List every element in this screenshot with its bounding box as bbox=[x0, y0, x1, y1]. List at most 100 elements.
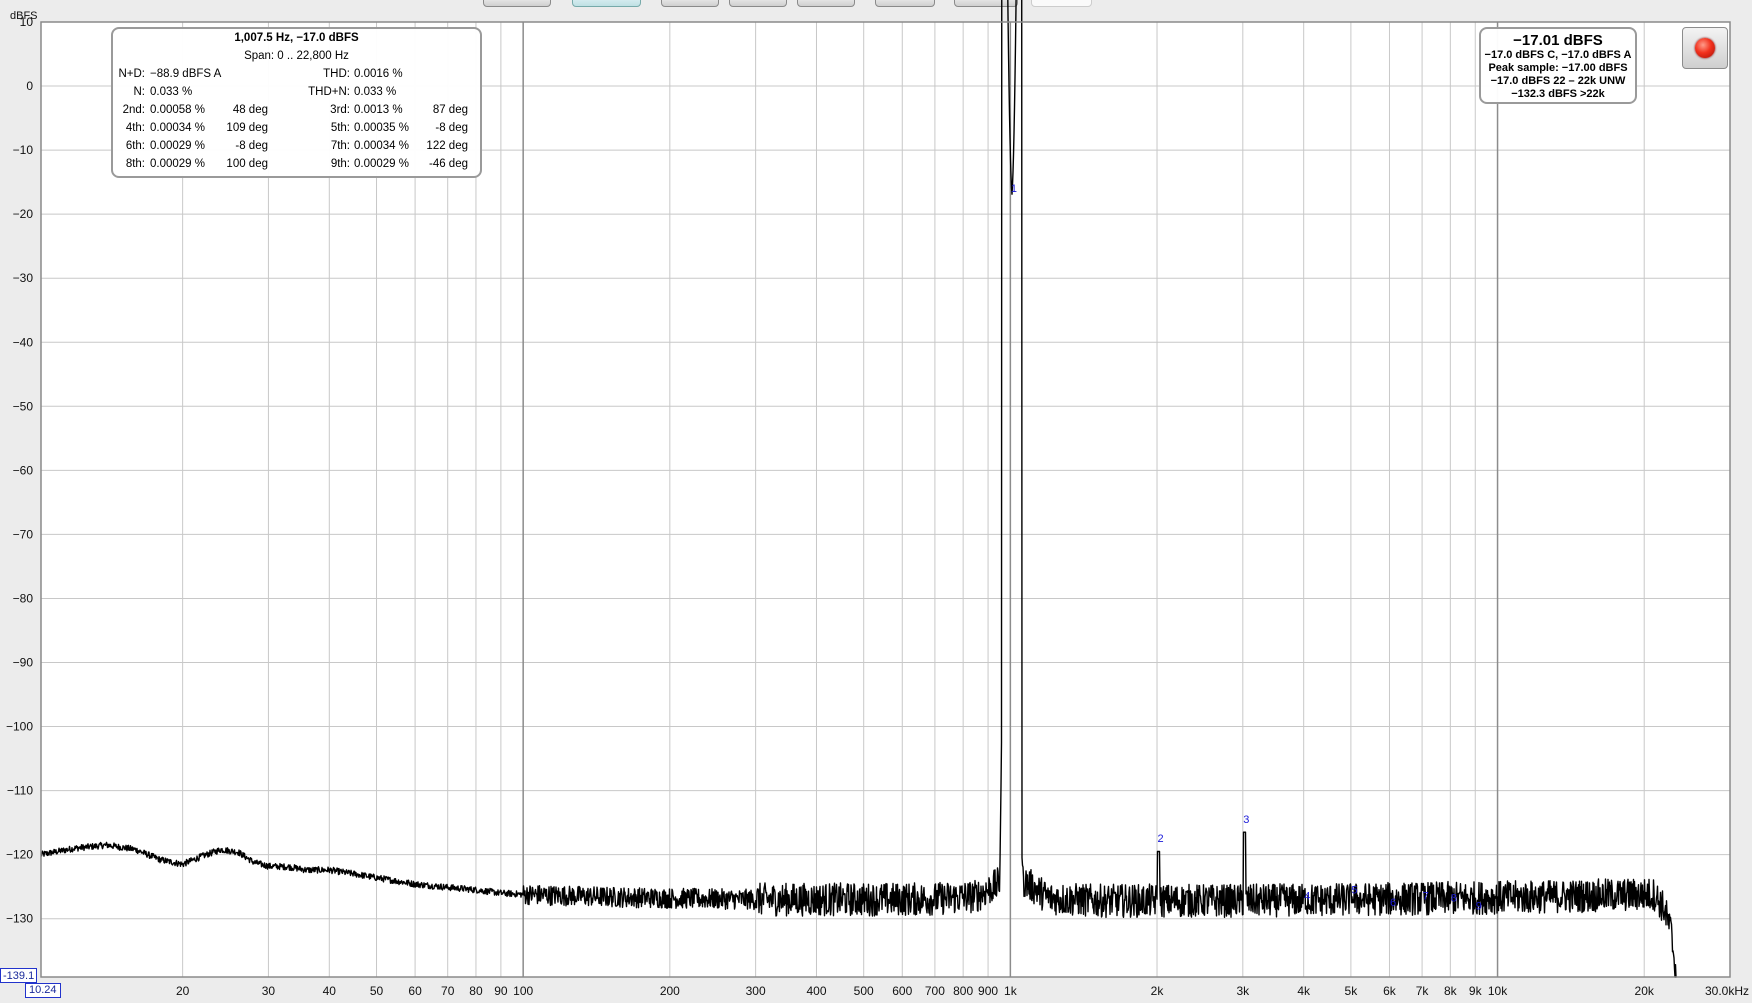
x-tick-label: 80 bbox=[469, 984, 483, 998]
harmonic-rows: 2nd: 0.00058 % 48 deg 3rd: 0.0013 % 87 deg 4th… bbox=[113, 101, 480, 173]
level-weighted: −17.0 dBFS C, −17.0 dBFS A bbox=[1484, 49, 1632, 61]
cursor-x-readout[interactable]: 10.24 bbox=[25, 983, 61, 998]
harmonic-label: 7th: bbox=[330, 140, 350, 152]
harmonic-label: 5th: bbox=[330, 122, 350, 134]
harmonic-value: 0.00029 % bbox=[150, 140, 205, 152]
x-tick-label: 40 bbox=[323, 984, 337, 998]
thd-label: THD: bbox=[323, 68, 350, 80]
harmonic-label: 6th: bbox=[125, 140, 145, 152]
y-tick-label: −120 bbox=[6, 848, 33, 862]
harmonic-marker-label: 9 bbox=[1476, 900, 1482, 912]
harmonic-phase: -8 deg bbox=[435, 122, 468, 134]
y-axis-ticks: 100−10−20−30−40−50−60−70−80−90−100−110−1… bbox=[6, 15, 33, 926]
harmonic-row: 4th: 0.00034 % 109 deg 5th: 0.00035 % -8 deg bbox=[113, 119, 480, 137]
y-tick-label: −80 bbox=[13, 591, 34, 605]
harmonic-row: 6th: 0.00029 % -8 deg 7th: 0.00034 % 122 deg bbox=[113, 137, 480, 155]
thdn-label: THD+N: bbox=[308, 86, 350, 98]
y-tick-label: −10 bbox=[13, 143, 34, 157]
harmonic-marker-label: 8 bbox=[1451, 893, 1457, 905]
x-tick-label: 100 bbox=[513, 984, 533, 998]
y-tick-label: −90 bbox=[13, 656, 34, 670]
x-tick-label: 4k bbox=[1297, 984, 1311, 998]
x-tick-label: 8k bbox=[1444, 984, 1458, 998]
y-tick-label: −30 bbox=[13, 271, 34, 285]
x-axis-ticks: 20 30 40 50 60 70 80 90 100 200 300 400 500 600 700 800… bbox=[176, 984, 1749, 998]
x-tick-label: 20 bbox=[176, 984, 190, 998]
y-axis-label: dBFS bbox=[10, 10, 38, 22]
y-tick-label: −130 bbox=[6, 912, 33, 926]
x-tick-label: 3k bbox=[1236, 984, 1250, 998]
x-tick-label: 300 bbox=[746, 984, 766, 998]
x-tick-label: 70 bbox=[441, 984, 455, 998]
harmonic-value: 0.00035 % bbox=[354, 122, 409, 134]
harmonic-label: 2nd: bbox=[122, 104, 145, 116]
span-readout: Span: 0 .. 22,800 Hz bbox=[244, 50, 349, 62]
harmonic-marker-label: 4 bbox=[1304, 891, 1310, 903]
x-tick-label: 5k bbox=[1345, 984, 1359, 998]
level-unweighted: −17.0 dBFS 22 – 22k UNW bbox=[1490, 75, 1626, 87]
harmonic-row: 2nd: 0.00058 % 48 deg 3rd: 0.0013 % 87 deg bbox=[113, 101, 480, 119]
x-tick-label: 800 bbox=[953, 984, 973, 998]
harmonic-row: 8th: 0.00029 % 100 deg 9th: 0.00029 % -46 deg bbox=[113, 155, 480, 173]
x-tick-label: 1k bbox=[1004, 984, 1018, 998]
x-tick-label: 20k bbox=[1635, 984, 1655, 998]
x-tick-label: 30 bbox=[262, 984, 276, 998]
nd-thd-row: N+D: −88.9 dBFS A THD: 0.0016 % bbox=[113, 65, 480, 83]
n-thdn-row: N: 0.033 % THD+N: 0.033 % bbox=[113, 83, 480, 101]
x-tick-label: 7k bbox=[1416, 984, 1430, 998]
x-tick-label: 700 bbox=[925, 984, 945, 998]
x-tick-label: 500 bbox=[854, 984, 874, 998]
y-tick-label: −110 bbox=[7, 784, 33, 798]
harmonic-phase: -46 deg bbox=[428, 158, 468, 170]
harmonic-marker-label: 2 bbox=[1158, 833, 1164, 845]
harmonic-value: 0.00058 % bbox=[150, 104, 205, 116]
x-tick-label: 9k bbox=[1469, 984, 1483, 998]
n-value: 0.033 % bbox=[150, 86, 193, 98]
harmonic-phase: 100 deg bbox=[226, 158, 268, 170]
harmonic-phase: 87 deg bbox=[432, 104, 468, 116]
harmonic-phase: 109 deg bbox=[226, 122, 268, 134]
nd-label: N+D: bbox=[118, 68, 145, 80]
y-tick-label: 0 bbox=[26, 79, 33, 93]
level-meter-box: −17.01 dBFS −17.0 dBFS C, −17.0 dBFS A P… bbox=[1479, 27, 1637, 104]
x-tick-label: 50 bbox=[370, 984, 384, 998]
harmonic-marker-label: 3 bbox=[1243, 814, 1249, 826]
record-icon bbox=[1695, 38, 1715, 58]
level-peak-sample: Peak sample: −17.00 dBFS bbox=[1488, 62, 1628, 74]
thd-value: 0.0016 % bbox=[354, 68, 403, 80]
x-tick-label: 30.0kHz bbox=[1705, 984, 1749, 998]
level-above-22k: −132.3 dBFS >22k bbox=[1511, 88, 1605, 100]
x-tick-label: 60 bbox=[408, 984, 422, 998]
harmonic-value: 0.00034 % bbox=[150, 122, 205, 134]
cursor-y-readout[interactable]: -139.1 bbox=[0, 968, 38, 983]
x-tick-label: 900 bbox=[978, 984, 998, 998]
harmonic-marker-label: 6 bbox=[1390, 897, 1396, 909]
x-tick-label: 400 bbox=[806, 984, 826, 998]
x-tick-label: 200 bbox=[660, 984, 680, 998]
thdn-value: 0.033 % bbox=[354, 86, 397, 98]
harmonic-marker-label: 7 bbox=[1423, 891, 1429, 903]
harmonic-phase: 122 deg bbox=[426, 140, 468, 152]
n-label: N: bbox=[133, 86, 146, 98]
x-tick-label: 90 bbox=[494, 984, 508, 998]
y-tick-label: −100 bbox=[6, 720, 33, 734]
record-button[interactable] bbox=[1682, 27, 1728, 69]
measurement-info-box: 1,007.5 Hz, −17.0 dBFS Span: 0 .. 22,800… bbox=[111, 27, 482, 178]
y-tick-label: −40 bbox=[13, 335, 34, 349]
x-tick-label: 6k bbox=[1383, 984, 1397, 998]
level-main: −17.01 dBFS bbox=[1513, 32, 1603, 49]
harmonic-phase: 48 deg bbox=[232, 104, 268, 116]
x-tick-label: 2k bbox=[1151, 984, 1165, 998]
x-tick-label: 10k bbox=[1488, 984, 1508, 998]
y-tick-label: −50 bbox=[13, 399, 34, 413]
harmonic-label: 8th: bbox=[125, 158, 145, 170]
fundamental-readout: 1,007.5 Hz, −17.0 dBFS bbox=[234, 32, 359, 44]
harmonic-label: 4th: bbox=[125, 122, 145, 134]
y-tick-label: −70 bbox=[13, 527, 34, 541]
harmonic-value: 0.0013 % bbox=[354, 104, 403, 116]
harmonic-value: 0.00029 % bbox=[354, 158, 409, 170]
nd-value: −88.9 dBFS A bbox=[150, 68, 222, 80]
y-tick-label: −20 bbox=[13, 207, 34, 221]
x-tick-label: 600 bbox=[892, 984, 912, 998]
harmonic-marker-label: 5 bbox=[1351, 884, 1357, 896]
